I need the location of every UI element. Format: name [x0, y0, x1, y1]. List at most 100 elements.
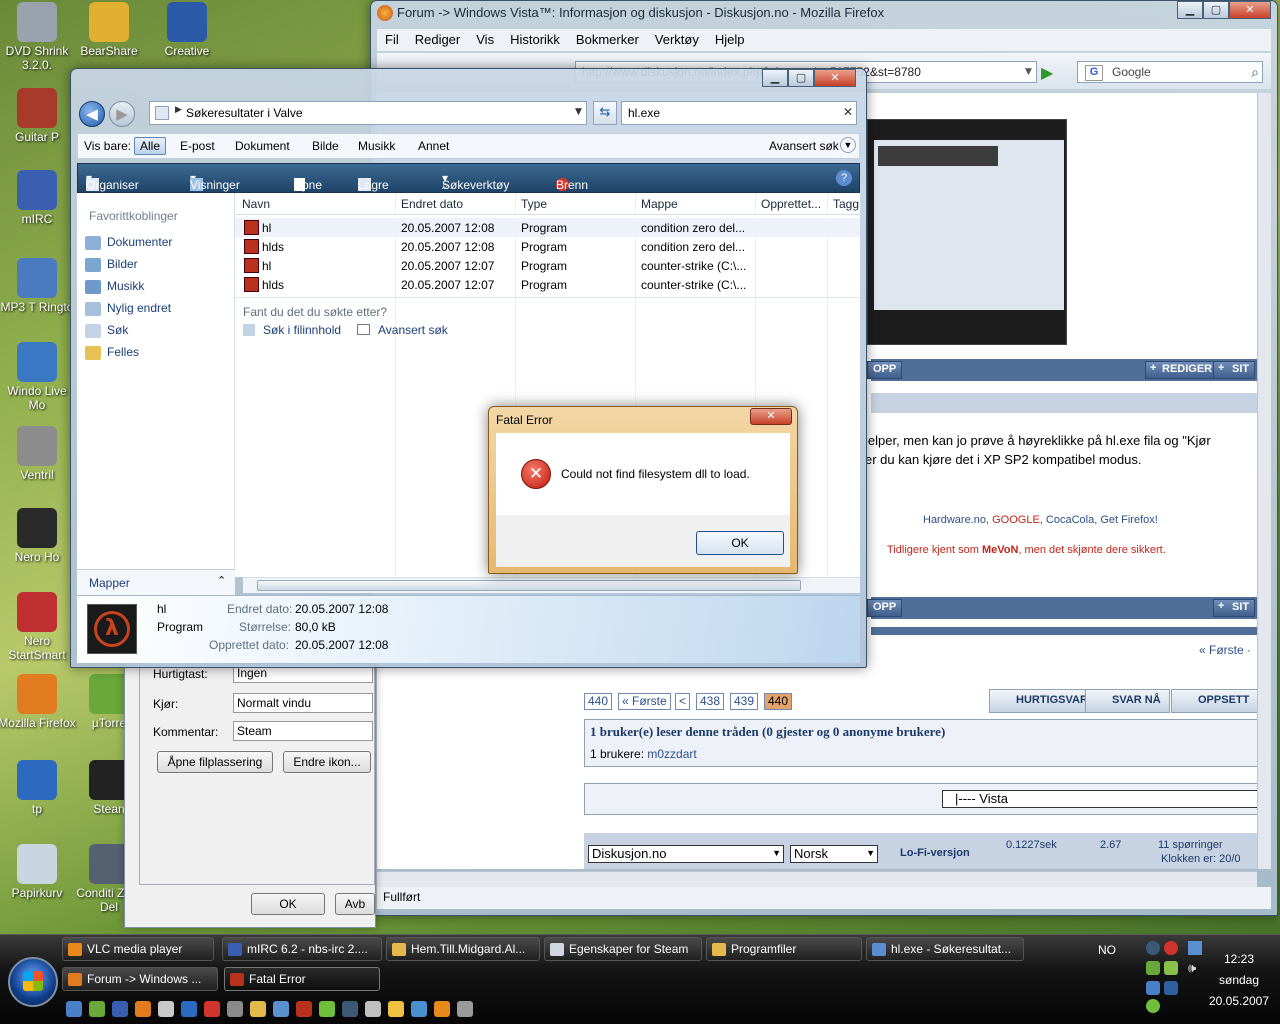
site-button[interactable]: + SIT	[1213, 361, 1256, 379]
nav-item-nylig[interactable]: Nylig endret	[85, 301, 171, 316]
nav-item-bilder[interactable]: Bilder	[85, 257, 138, 272]
link-firefox[interactable]: Get Firefox!	[1100, 514, 1157, 526]
filter-bilde[interactable]: Bilde	[312, 139, 339, 153]
forward-icon[interactable]: ▶	[109, 101, 135, 127]
advanced-search-link[interactable]: Avansert søk	[357, 323, 448, 337]
quick-launch-icon[interactable]	[227, 1001, 243, 1017]
back-icon[interactable]: ◀	[79, 101, 105, 127]
opp-button-2[interactable]: OPP	[867, 599, 903, 617]
quick-launch-icon[interactable]	[319, 1001, 335, 1017]
desktop-icon[interactable]: DVD Shrink 3.2.0.	[0, 2, 76, 72]
error-tray-icon[interactable]	[1164, 941, 1178, 955]
column-navn[interactable]: Navn	[242, 197, 270, 211]
page-first[interactable]: « Første	[618, 693, 671, 710]
filter-epost[interactable]: E-post	[180, 139, 215, 153]
user-tray-icon[interactable]	[1146, 961, 1160, 975]
quick-launch-icon[interactable]	[66, 1001, 82, 1017]
chevron-down-icon[interactable]: ▼	[840, 137, 856, 153]
quick-launch-icon[interactable]	[411, 1001, 427, 1017]
close-button[interactable]: ✕	[750, 408, 792, 425]
refresh-icon[interactable]: ⇆	[593, 101, 617, 125]
maximize-button[interactable]: ▢	[788, 69, 814, 87]
volume-tray-icon[interactable]: 🕪	[1188, 961, 1196, 976]
properties-cancel-button[interactable]: Avb	[335, 893, 375, 915]
taskbar-button[interactable]: mIRC 6.2 - nbs-irc 2....	[222, 937, 382, 961]
clock[interactable]: 12:23 søndag 20.05.2007	[1204, 949, 1274, 1012]
column-tagg[interactable]: Tagg	[833, 197, 859, 211]
address-bar[interactable]: Søkeresultater i Valve	[149, 101, 587, 125]
nav-item-dokumenter[interactable]: Dokumenter	[85, 235, 172, 250]
views-button[interactable]: Visninger ▾	[190, 171, 240, 192]
filter-alle[interactable]: Alle	[134, 137, 167, 155]
search-tools-button[interactable]: ⌕ Søkeverktøy ▾	[442, 171, 509, 192]
lofi-link[interactable]: Lo-Fi-versjon	[900, 847, 970, 859]
ok-button[interactable]: OK	[696, 531, 784, 555]
column-opprettet[interactable]: Opprettet...	[761, 197, 821, 211]
desktop-icon[interactable]: Ventril	[0, 426, 76, 482]
start-button[interactable]	[8, 957, 58, 1007]
go-arrow-icon[interactable]: ▶	[1041, 63, 1053, 82]
site-select[interactable]: Diskusjon.no ▼	[588, 845, 784, 863]
nav-item-sok[interactable]: Søk	[85, 323, 128, 338]
properties-ok-button[interactable]: OK	[251, 893, 325, 915]
torrent-tray-icon[interactable]	[1146, 999, 1160, 1013]
tray-icon[interactable]	[1164, 981, 1178, 995]
language-select[interactable]: Norsk ▼	[790, 845, 878, 863]
desktop-icon[interactable]: Mozilla Firefox	[0, 674, 76, 730]
quick-launch-icon[interactable]	[112, 1001, 128, 1017]
setup-button[interactable]: OPPSETT	[1171, 689, 1257, 713]
desktop-icon[interactable]: Papirkurv	[0, 844, 76, 900]
forum-jump-select[interactable]: |---- Vista	[942, 790, 1257, 808]
reader-user-link[interactable]: m0zzdart	[647, 747, 696, 761]
quick-launch-icon[interactable]	[89, 1001, 105, 1017]
search-icon[interactable]: ⌕	[1251, 65, 1259, 81]
desktop-icon[interactable]: Guitar P	[0, 88, 76, 144]
desktop-icon[interactable]: mIRC	[0, 170, 76, 226]
menu-historikk[interactable]: Historikk	[502, 29, 568, 51]
folders-toggle[interactable]: Mapper ⌃	[77, 569, 235, 595]
dropdown-arrow-icon[interactable]: ▼	[1025, 67, 1032, 77]
vertical-scrollbar[interactable]	[1257, 93, 1271, 869]
search-input[interactable]: hl.exe	[621, 101, 857, 125]
tray-icon[interactable]	[1146, 981, 1160, 995]
edit-button[interactable]: + REDIGER	[1145, 361, 1219, 379]
search-content-link[interactable]: Søk i filinnhold	[243, 323, 341, 337]
quick-launch-icon[interactable]	[273, 1001, 289, 1017]
quick-launch-icon[interactable]	[204, 1001, 220, 1017]
table-row[interactable]: hl 20.05.2007 12:07 Program counter-stri…	[235, 256, 860, 275]
page-438[interactable]: 438	[696, 693, 725, 710]
minimize-button[interactable]: ▁	[1177, 1, 1203, 19]
quick-launch-icon[interactable]	[457, 1001, 473, 1017]
language-indicator[interactable]: NO	[1098, 943, 1116, 957]
close-button[interactable]: ✕	[814, 69, 856, 87]
quick-launch-icon[interactable]	[181, 1001, 197, 1017]
taskbar-button[interactable]: Egenskaper for Steam	[544, 937, 702, 961]
menu-fil[interactable]: Fil	[377, 29, 407, 51]
quick-launch-icon[interactable]	[365, 1001, 381, 1017]
quick-launch-icon[interactable]	[296, 1001, 312, 1017]
filter-dokument[interactable]: Dokument	[235, 139, 290, 153]
desktop-icon[interactable]: Windo Live Mo	[0, 342, 76, 412]
taskbar-button[interactable]: VLC media player	[62, 937, 214, 961]
maximize-button[interactable]: ▢	[1203, 1, 1229, 19]
clear-search-icon[interactable]: ✕	[843, 105, 853, 119]
link-hardware[interactable]: Hardware.no	[923, 514, 986, 526]
desktop-icon[interactable]: tp	[0, 760, 76, 816]
desktop-icon[interactable]: Nero StartSmart	[0, 592, 76, 662]
file-list-hscrollbar[interactable]	[243, 577, 860, 593]
first-page-link[interactable]: « Første ·	[1199, 643, 1251, 657]
menu-vis[interactable]: Vis	[468, 29, 502, 51]
table-row[interactable]: hl 20.05.2007 12:08 Program condition ze…	[235, 218, 860, 237]
hscroll-thumb[interactable]	[257, 580, 801, 591]
nav-item-felles[interactable]: Felles	[85, 345, 139, 360]
desktop-icon[interactable]: Nero Ho	[0, 508, 76, 564]
page-prev[interactable]: <	[675, 693, 691, 710]
steam-tray-icon[interactable]	[1146, 941, 1160, 955]
column-endret-dato[interactable]: Endret dato	[401, 197, 463, 211]
quick-launch-icon[interactable]	[158, 1001, 174, 1017]
minimize-button[interactable]: ▁	[762, 69, 788, 87]
table-row[interactable]: hlds 20.05.2007 12:08 Program condition …	[235, 237, 860, 256]
search-input[interactable]: Google	[1077, 61, 1263, 83]
filter-annet[interactable]: Annet	[418, 139, 449, 153]
desktop-icon[interactable]: MP3 T Ringto	[0, 258, 76, 314]
